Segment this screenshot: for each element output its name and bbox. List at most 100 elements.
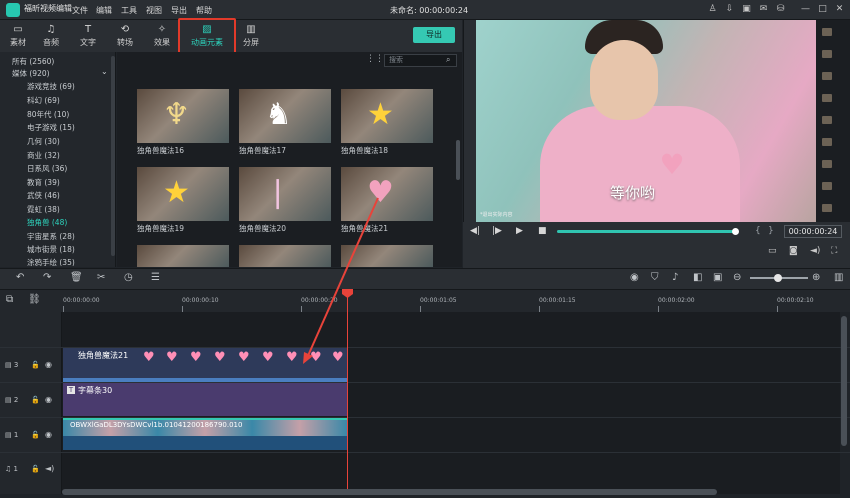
asset-thumb-heart[interactable]: ♥ (341, 167, 433, 221)
link-icon[interactable]: ⛓ (28, 294, 41, 305)
asset-thumb[interactable] (239, 245, 331, 267)
lock-icon[interactable]: 🔓 (31, 465, 40, 473)
sidebar-item-neon[interactable]: 霓虹 (38) (27, 204, 60, 215)
asset-thumb-horn[interactable]: ❘ (239, 167, 331, 221)
sidebar-item-doodle[interactable]: 涂鸦手绘 (35) (27, 257, 75, 266)
sidebar-item-geometry[interactable]: 几何 (30) (27, 136, 60, 147)
save-icon[interactable]: ▣ (742, 5, 751, 14)
progress-knob[interactable] (732, 228, 739, 235)
minimize-icon[interactable]: — (801, 5, 810, 14)
preview-timecode: 00:00:00:24 (784, 225, 842, 238)
sidebar-item-scifi[interactable]: 科幻 (69) (27, 95, 60, 106)
tab-audio[interactable]: ♫ 音频 (33, 20, 69, 52)
eye-icon[interactable]: ◉ (45, 360, 52, 369)
menu-tools[interactable]: 工具 (121, 5, 137, 16)
lock-icon[interactable]: 🔓 (31, 431, 40, 439)
sidebar-item-80s[interactable]: 80年代 (10) (27, 109, 69, 120)
volume-icon[interactable]: ◄) (810, 246, 820, 256)
menu-file[interactable]: 文件 (72, 5, 88, 16)
shield-icon[interactable]: ⛉ (651, 272, 659, 283)
tab-transition[interactable]: ⟲ 转场 (107, 20, 143, 52)
heart-icon: ♥ (190, 350, 202, 365)
clock-icon[interactable]: ◷ (124, 272, 133, 283)
menu-help[interactable]: 帮助 (196, 5, 212, 16)
sidebar-item-galaxy[interactable]: 宇宙星系 (28) (27, 231, 75, 242)
asset-grid (117, 52, 462, 267)
layers-icon[interactable]: ◧ (693, 272, 702, 283)
clip-audio-waveform[interactable] (63, 436, 347, 450)
asset-thumb-unicorn[interactable]: ♞ (239, 89, 331, 143)
asset-thumb[interactable] (341, 245, 433, 267)
fullscreen-icon[interactable]: ⛶ (831, 246, 837, 256)
rewind-icon[interactable]: ◀| (470, 226, 480, 236)
display-icon[interactable]: ▭ (768, 246, 777, 256)
step-back-icon[interactable]: |▶ (492, 226, 502, 236)
heart-icon: ♥ (286, 350, 298, 365)
zoom-out-icon[interactable]: ⊖ (733, 272, 741, 283)
lock-icon[interactable]: 🔓 (31, 361, 40, 369)
tab-text[interactable]: T 文字 (70, 20, 106, 52)
playback-progress[interactable] (557, 230, 735, 233)
mic-icon[interactable]: ♪ (672, 272, 678, 283)
sidebar-item-business[interactable]: 商业 (32) (27, 150, 60, 161)
adjust-icon[interactable]: ☰ (151, 272, 160, 283)
maximize-icon[interactable]: □ (818, 5, 827, 14)
bracket-out-icon[interactable]: } (768, 226, 774, 236)
lock-icon[interactable]: 🔓 (31, 396, 40, 404)
menu-export[interactable]: 导出 (171, 5, 187, 16)
bracket-in-icon[interactable]: { (755, 226, 761, 236)
timeline-vscrollbar[interactable] (841, 316, 847, 446)
sidebar-item-video-games[interactable]: 电子游戏 (15) (27, 122, 75, 133)
render-icon[interactable]: ◉ (630, 272, 639, 283)
add-track-icon[interactable]: ⧉ (6, 294, 13, 305)
sidebar-item-city[interactable]: 城市街景 (18) (27, 244, 75, 255)
play-icon[interactable]: ▶ (516, 226, 523, 236)
pip-icon[interactable]: ▣ (713, 272, 722, 283)
film-hole (822, 72, 832, 80)
user-icon[interactable]: ♙ (708, 5, 717, 14)
sidebar-item-all[interactable]: 所有 (2560) (12, 56, 54, 67)
snapshot-icon[interactable]: ◙ (789, 246, 798, 256)
eye-icon[interactable]: ◉ (45, 430, 52, 439)
sidebar-item-japanese[interactable]: 日系风 (36) (27, 163, 67, 174)
stop-icon[interactable]: ■ (538, 226, 547, 236)
ruler-tick: 00:00:02:10 (777, 297, 814, 304)
grid-scrollbar[interactable] (456, 140, 460, 180)
delete-icon[interactable]: 🗑 (70, 272, 83, 283)
project-title: 未命名: 00:00:00:24 (390, 6, 469, 15)
download-icon[interactable]: ⇩ (725, 5, 734, 14)
zoom-in-icon[interactable]: ⊕ (812, 272, 820, 283)
close-icon[interactable]: ✕ (835, 5, 844, 14)
sidebar-item-unicorn[interactable]: 独角兽 (48) (27, 217, 67, 228)
export-button[interactable]: 导出 (413, 27, 455, 43)
cut-icon[interactable]: ✂ (97, 272, 105, 283)
menu-edit[interactable]: 编辑 (96, 5, 112, 16)
chevron-down-icon[interactable]: ⌄ (101, 67, 108, 76)
asset-thumb-shooting-star[interactable]: ★ (137, 167, 229, 221)
columns-icon[interactable]: ▥ (834, 272, 843, 283)
zoom-knob[interactable] (774, 274, 782, 282)
sidebar-item-education[interactable]: 教育 (39) (27, 177, 60, 188)
search-icon[interactable]: ⌕ (446, 55, 450, 65)
undo-icon[interactable]: ↶ (16, 272, 24, 283)
speaker-icon[interactable]: ◄) (45, 464, 54, 473)
mail-icon[interactable]: ✉ (759, 5, 768, 14)
tab-media[interactable]: ▭ 素材 (0, 20, 36, 52)
asset-thumb[interactable] (137, 245, 229, 267)
timeline-hscrollbar[interactable] (62, 489, 717, 495)
redo-icon[interactable]: ↷ (43, 272, 51, 283)
eye-icon[interactable]: ◉ (45, 395, 52, 404)
asset-thumb-rainbow-star[interactable]: ★ (341, 89, 433, 143)
playhead-line[interactable] (347, 296, 348, 494)
menu-view[interactable]: 视图 (146, 5, 162, 16)
video-person-face (590, 40, 658, 120)
grid-view-icon[interactable]: ⋮⋮ (366, 54, 384, 64)
asset-thumb-harp[interactable]: ♆ (137, 89, 229, 143)
tab-effects[interactable]: ✧ 效果 (144, 20, 180, 52)
sidebar-scrollbar[interactable] (111, 56, 115, 256)
sidebar-item-martial[interactable]: 武侠 (46) (27, 190, 60, 201)
tab-split-screen[interactable]: ▥ 分屏 (233, 20, 269, 52)
sidebar-item-media[interactable]: 媒体 (920) (12, 68, 50, 79)
cart-icon[interactable]: ⛁ (776, 5, 785, 14)
sidebar-item-gaming[interactable]: 游戏竞技 (69) (27, 81, 75, 92)
